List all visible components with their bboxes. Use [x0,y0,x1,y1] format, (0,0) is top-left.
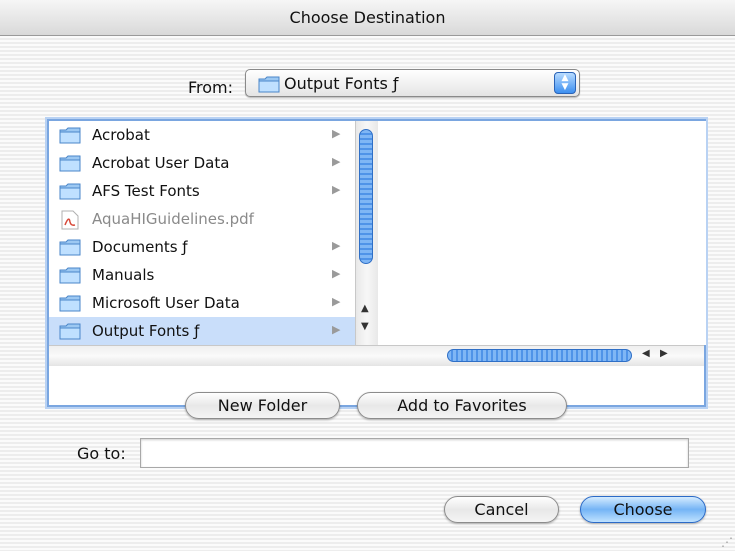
folder-icon [59,294,81,316]
browser-item-label: Manuals [92,266,155,284]
horizontal-scroll-thumb[interactable] [447,349,632,362]
browser-item-afs-test-fonts[interactable]: AFS Test Fonts ▶ [49,177,355,205]
pdf-file-icon [59,210,81,234]
browser-column-1[interactable]: Acrobat ▶ Acrobat User Data ▶ AFS Test F… [49,121,355,345]
browser-item-output-fonts[interactable]: Output Fonts ƒ ▶ [49,317,355,345]
horizontal-scrollbar[interactable]: ◀ ▶ [49,345,704,366]
dialog-content: From: Output Fonts ƒ ▲ ▼ Acrobat ▶ Acroba… [0,36,735,551]
folder-icon [258,75,280,97]
resize-grip-icon[interactable]: ⋰ [721,535,733,549]
browser-item-label: Output Fonts ƒ [92,322,200,340]
folder-icon [59,238,81,260]
browser-item-acrobat-user-data[interactable]: Acrobat User Data ▶ [49,149,355,177]
browser-item-documents[interactable]: Documents ƒ ▶ [49,233,355,261]
scroll-left-arrow-icon[interactable]: ◀ [642,348,650,359]
disclosure-arrow-icon: ▶ [332,239,341,252]
browser-item-label: AFS Test Fonts [92,182,200,200]
file-browser[interactable]: Acrobat ▶ Acrobat User Data ▶ AFS Test F… [47,119,706,407]
browser-column-2[interactable] [379,121,706,345]
folder-icon [59,154,81,176]
from-popup-menu[interactable]: Output Fonts ƒ ▲ ▼ [245,69,580,97]
from-label: From: [188,78,234,97]
window-title: Choose Destination [0,0,735,36]
browser-item-label: Acrobat User Data [92,154,230,172]
goto-field[interactable] [140,438,689,468]
choose-destination-dialog: Choose Destination From: Output Fonts ƒ … [0,0,735,551]
folder-icon [59,182,81,204]
folder-icon [59,322,81,344]
browser-item-aquahiguidelines-pdf[interactable]: AquaHIGuidelines.pdf [49,205,355,233]
scroll-down-arrow-icon[interactable]: ▼ [361,321,369,332]
popup-arrows-icon: ▲ ▼ [554,72,576,94]
scroll-up-arrow-icon[interactable]: ▲ [361,303,369,314]
choose-button[interactable]: Choose [580,496,706,523]
folder-icon [59,126,81,148]
new-folder-button[interactable]: New Folder [185,392,340,419]
disclosure-arrow-icon: ▶ [332,155,341,168]
vertical-scroll-thumb[interactable] [359,129,373,264]
browser-item-label: Acrobat [92,126,150,144]
browser-item-label: Microsoft User Data [92,294,240,312]
browser-item-label: AquaHIGuidelines.pdf [92,210,254,228]
add-to-favorites-button[interactable]: Add to Favorites [357,392,567,419]
browser-item-label: Documents ƒ [92,238,188,256]
browser-item-manuals[interactable]: Manuals ▶ [49,261,355,289]
browser-item-acrobat[interactable]: Acrobat ▶ [49,121,355,149]
scroll-right-arrow-icon[interactable]: ▶ [660,348,668,359]
disclosure-arrow-icon: ▶ [332,267,341,280]
disclosure-arrow-icon: ▶ [332,127,341,140]
cancel-button[interactable]: Cancel [444,496,559,523]
column-vertical-scrollbar[interactable]: ▲ ▼ [355,121,378,345]
folder-icon [59,266,81,288]
disclosure-arrow-icon: ▶ [332,295,341,308]
disclosure-arrow-icon: ▶ [332,183,341,196]
goto-label: Go to: [77,444,126,463]
disclosure-arrow-icon: ▶ [332,323,341,336]
from-selected-value: Output Fonts ƒ [284,74,399,93]
browser-item-microsoft-user-data[interactable]: Microsoft User Data ▶ [49,289,355,317]
